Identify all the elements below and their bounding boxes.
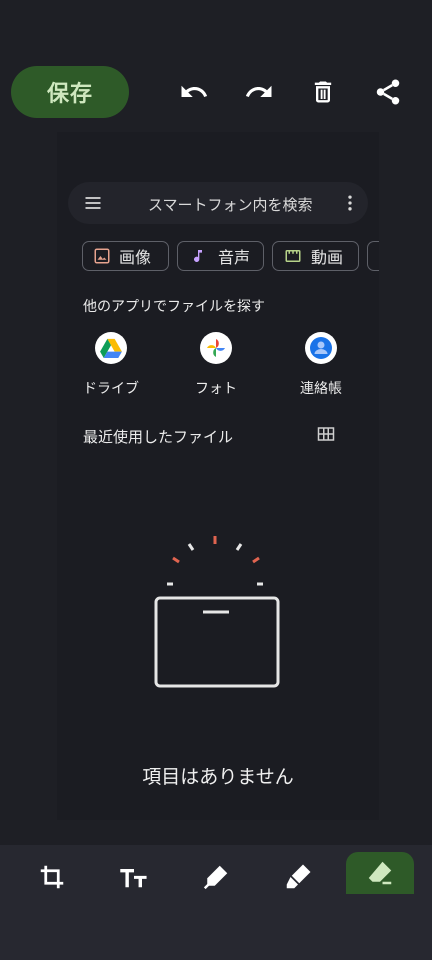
chip-video[interactable]: 動画 — [272, 241, 359, 271]
menu-icon[interactable] — [83, 193, 103, 217]
google-photos-icon — [200, 332, 232, 364]
pen-icon[interactable] — [196, 857, 236, 897]
empty-message: 項目はありません — [142, 766, 294, 788]
save-button[interactable]: 保存 — [11, 66, 129, 118]
crop-icon[interactable] — [32, 857, 72, 897]
app-drive[interactable]: ドライブ — [76, 332, 146, 398]
image-icon — [93, 247, 111, 265]
grid-view-icon[interactable] — [317, 426, 335, 446]
share-icon[interactable] — [372, 76, 404, 108]
chip-label: 画像 — [119, 248, 152, 267]
edited-screenshot: スマートフォン内を検索 画像 音声 動画 他のアプリでファイルを探す ドライブ — [57, 132, 379, 820]
text-icon[interactable] — [114, 857, 154, 897]
eraser-tool-button[interactable] — [346, 852, 414, 894]
app-contacts[interactable]: 連絡帳 — [286, 332, 356, 398]
redo-icon[interactable] — [243, 76, 275, 108]
app-label: 連絡帳 — [300, 381, 342, 397]
app-label: ドライブ — [83, 381, 139, 397]
empty-box-illustration — [154, 536, 280, 688]
recent-files-title: 最近使用したファイル — [83, 428, 234, 446]
eraser-icon — [365, 858, 395, 888]
search-placeholder: スマートフォン内を検索 — [148, 196, 313, 214]
chip-label: 動画 — [311, 248, 344, 267]
chip-audio[interactable]: 音声 — [177, 241, 264, 271]
chip-images[interactable]: 画像 — [82, 241, 169, 271]
chip-more[interactable] — [367, 241, 379, 271]
undo-icon[interactable] — [178, 76, 210, 108]
more-options-icon[interactable] — [340, 193, 360, 217]
edit-toolbar — [0, 845, 432, 960]
delete-icon[interactable] — [307, 76, 339, 108]
other-apps-title: 他のアプリでファイルを探す — [83, 299, 265, 315]
google-drive-icon — [95, 332, 127, 364]
chip-label: 音声 — [218, 248, 251, 267]
music-note-icon — [190, 247, 206, 265]
highlighter-icon[interactable] — [278, 857, 318, 897]
movie-icon — [283, 247, 303, 265]
contacts-icon — [305, 332, 337, 364]
app-label: フォト — [195, 381, 237, 397]
app-photos[interactable]: フォト — [181, 332, 251, 398]
search-bar[interactable]: スマートフォン内を検索 — [68, 182, 368, 224]
